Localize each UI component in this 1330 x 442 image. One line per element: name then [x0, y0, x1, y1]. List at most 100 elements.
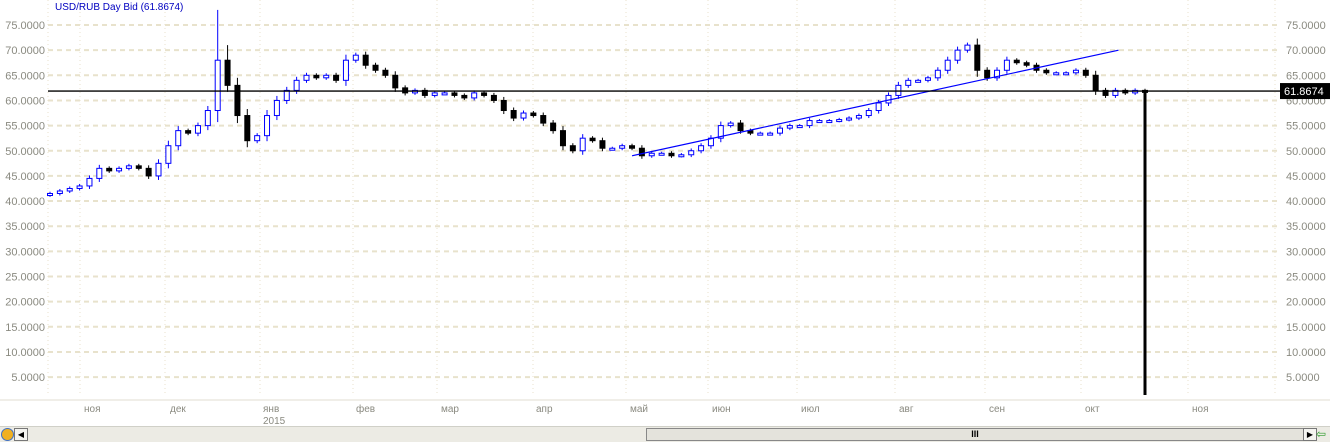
- candle-down: [1023, 62, 1030, 66]
- candle-up: [273, 99, 280, 117]
- candle-up: [579, 137, 586, 152]
- candle-up: [125, 165, 132, 169]
- x-tick-label: июл: [801, 404, 820, 415]
- y-tick-label-left: 65.0000: [5, 70, 45, 82]
- candle-down: [599, 140, 606, 149]
- y-tick-label-right: 35.0000: [1286, 221, 1326, 233]
- horizontal-scrollbar[interactable]: ◀ III ▶ ⇦: [0, 426, 1330, 442]
- y-tick-label-right: 5.0000: [1286, 372, 1320, 384]
- candle-up: [323, 74, 330, 79]
- x-tick-label: янв: [263, 404, 279, 415]
- app-logo-icon: [1, 428, 14, 441]
- candle-up: [194, 125, 201, 134]
- candle-up: [1053, 72, 1060, 76]
- candle-up: [806, 120, 813, 127]
- candle-up: [609, 147, 616, 151]
- candle-down: [530, 112, 537, 117]
- candle-down: [372, 64, 379, 71]
- y-tick-label-left: 55.0000: [5, 121, 45, 133]
- candle-up: [698, 145, 705, 152]
- y-tick-label-left: 50.0000: [5, 146, 45, 158]
- x-tick-label: окт: [1085, 404, 1100, 415]
- candle-down: [313, 74, 320, 79]
- candle-up: [678, 154, 685, 158]
- candle-up: [165, 145, 172, 164]
- candle-up: [895, 84, 902, 96]
- candle-up: [619, 145, 626, 149]
- candle-down: [559, 130, 566, 147]
- y-tick-label-right: 65.0000: [1286, 70, 1326, 82]
- y-tick-label-left: 10.0000: [5, 347, 45, 359]
- candle-up: [204, 110, 211, 127]
- y-tick-label-right: 55.0000: [1286, 121, 1326, 133]
- candle-up: [56, 190, 63, 195]
- x-tick-label: мар: [441, 404, 459, 415]
- candle-down: [569, 145, 576, 152]
- scroll-right-button[interactable]: ▶: [1303, 428, 1317, 441]
- candlestick-chart: 5.0000 5.0000 10.0000 10.0000 15.0000 15.0000…: [0, 0, 1330, 426]
- y-tick-label-left: 60.0000: [5, 95, 45, 107]
- year-label: 2015: [263, 416, 286, 426]
- candle-up: [944, 59, 951, 71]
- candle-up: [264, 115, 271, 137]
- candle-up: [520, 112, 527, 119]
- candle-up: [648, 152, 655, 157]
- candle-up: [1003, 59, 1010, 71]
- candle-down: [1082, 69, 1089, 76]
- y-tick-label-left: 30.0000: [5, 246, 45, 258]
- candle-up: [116, 167, 123, 172]
- candle-up: [441, 92, 448, 96]
- candle-up: [855, 115, 862, 119]
- candle-up: [86, 177, 93, 187]
- candle-up: [342, 59, 349, 81]
- candle-down: [185, 130, 192, 134]
- candle-up: [836, 119, 843, 123]
- candle-down: [984, 69, 991, 79]
- candle-up: [915, 79, 922, 83]
- candle-down: [402, 87, 409, 94]
- candle-up: [688, 150, 695, 156]
- candle-down: [1092, 74, 1099, 91]
- y-tick-label-right: 75.0000: [1286, 20, 1326, 32]
- candle-up: [283, 89, 290, 101]
- candle-up: [846, 117, 853, 121]
- candle-up: [964, 44, 971, 51]
- candle-up: [757, 132, 764, 136]
- go-to-latest-arrow-icon[interactable]: ⇦: [1316, 427, 1326, 441]
- candle-down: [135, 165, 142, 169]
- candle-up: [254, 135, 261, 142]
- y-tick-label-left: 15.0000: [5, 322, 45, 334]
- candle-up: [96, 167, 103, 179]
- candle-down: [1013, 59, 1020, 64]
- candle-up: [76, 185, 83, 189]
- candle-up: [786, 125, 793, 129]
- y-tick-label-right: 25.0000: [1286, 272, 1326, 284]
- candle-down: [668, 152, 675, 157]
- scrollbar-thumb[interactable]: III: [646, 428, 1304, 441]
- y-tick-label-right: 40.0000: [1286, 196, 1326, 208]
- y-tick-label-right: 15.0000: [1286, 322, 1326, 334]
- candle-up: [658, 152, 665, 156]
- candle-up: [293, 79, 300, 91]
- trend-line: [631, 49, 1119, 157]
- candle-up: [777, 127, 783, 134]
- x-tick-label: ноя: [1192, 404, 1209, 415]
- y-tick-label-right: 10.0000: [1286, 347, 1326, 359]
- x-tick-label: фев: [356, 403, 375, 415]
- candle-up: [816, 120, 823, 124]
- candle-up: [934, 69, 941, 79]
- candle-up: [214, 59, 221, 112]
- y-tick-label-right: 30.0000: [1286, 246, 1326, 258]
- candle-down: [145, 167, 152, 177]
- y-tick-label-right: 70.0000: [1286, 45, 1326, 57]
- y-tick-label-right: 45.0000: [1286, 171, 1326, 183]
- chart-title: USD/RUB Day Bid (61.8674): [55, 2, 184, 13]
- x-tick-label: июн: [712, 404, 731, 415]
- scroll-left-button[interactable]: ◀: [14, 428, 28, 441]
- x-tick-label: май: [630, 404, 648, 415]
- candle-up: [905, 79, 912, 86]
- candle-up: [727, 122, 734, 127]
- candle-up: [1072, 69, 1079, 74]
- y-tick-label-left: 40.0000: [5, 196, 45, 208]
- candle-up: [875, 102, 882, 112]
